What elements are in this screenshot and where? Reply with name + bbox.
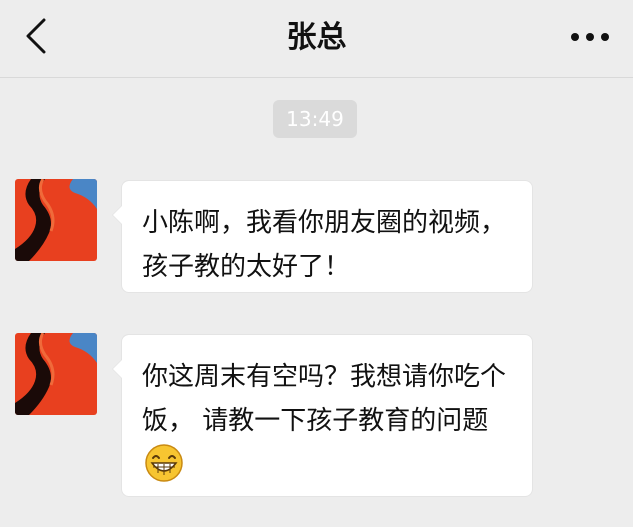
- avatar-image: [15, 179, 97, 261]
- grinning-face-icon: [145, 444, 183, 482]
- more-horizontal-icon: [571, 33, 609, 41]
- chat-header: 张总: [0, 0, 633, 78]
- message-text: 小陈啊，我看你朋友圈的视频，孩子教的太好了！: [142, 208, 507, 282]
- sender-avatar[interactable]: [15, 333, 97, 415]
- message-timestamp: 13:49: [273, 100, 357, 138]
- message-text: 你这周末有空吗？我想请你吃个饭， 请教一下孩子教育的问题: [142, 362, 507, 436]
- more-options-button[interactable]: [565, 22, 615, 52]
- avatar-image: [15, 333, 97, 415]
- sender-avatar[interactable]: [15, 179, 97, 261]
- message-bubble[interactable]: 小陈啊，我看你朋友圈的视频，孩子教的太好了！: [112, 180, 533, 293]
- chat-title: 张总: [286, 20, 347, 55]
- message-bubble[interactable]: 你这周末有空吗？我想请你吃个饭， 请教一下孩子教育的问题: [112, 334, 533, 497]
